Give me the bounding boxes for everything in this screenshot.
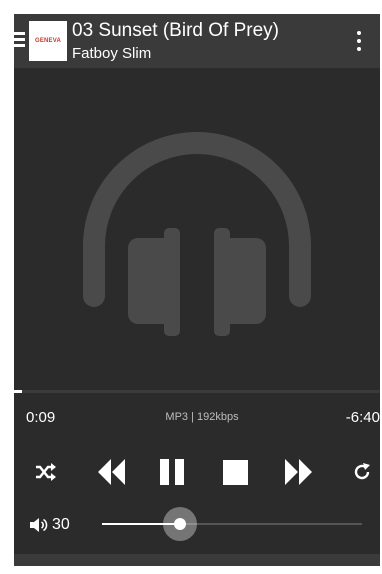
stop-icon xyxy=(222,459,248,485)
seek-bar-progress xyxy=(14,390,22,393)
volume-slider-thumb[interactable] xyxy=(163,507,197,541)
bottom-bar xyxy=(14,554,380,566)
stop-button[interactable] xyxy=(217,454,253,490)
fast-forward-icon xyxy=(285,459,312,485)
track-title: 03 Sunset (Bird Of Prey) xyxy=(72,20,279,41)
remaining-time: -6:40 xyxy=(345,409,380,426)
volume-value: 30 xyxy=(52,516,70,533)
volume-slider[interactable] xyxy=(102,507,362,541)
fast-forward-button[interactable] xyxy=(280,454,316,490)
player-screen: GENEVA 03 Sunset (Bird Of Prey) Fatboy S… xyxy=(14,14,380,566)
shuffle-button[interactable] xyxy=(28,454,64,490)
speaker-icon xyxy=(30,518,48,532)
audio-format: MP3 | 192kbps xyxy=(165,411,239,423)
hamburger-menu-icon[interactable] xyxy=(14,32,25,48)
rewind-button[interactable] xyxy=(94,454,130,490)
pause-icon xyxy=(160,459,184,485)
shuffle-icon xyxy=(36,463,56,481)
album-thumbnail[interactable]: GENEVA xyxy=(29,21,67,61)
overflow-menu-icon[interactable] xyxy=(352,30,366,52)
volume-button[interactable] xyxy=(29,515,49,535)
app-header: GENEVA 03 Sunset (Bird Of Prey) Fatboy S… xyxy=(14,14,380,68)
album-art xyxy=(14,68,380,390)
pause-button[interactable] xyxy=(154,454,190,490)
track-artist: Fatboy Slim xyxy=(72,45,152,62)
repeat-button[interactable] xyxy=(344,454,380,490)
logo-text: GENEVA xyxy=(34,38,62,44)
repeat-icon xyxy=(354,463,370,480)
seek-bar[interactable] xyxy=(14,390,380,393)
headphones-icon xyxy=(83,132,311,336)
rewind-icon xyxy=(98,459,125,485)
